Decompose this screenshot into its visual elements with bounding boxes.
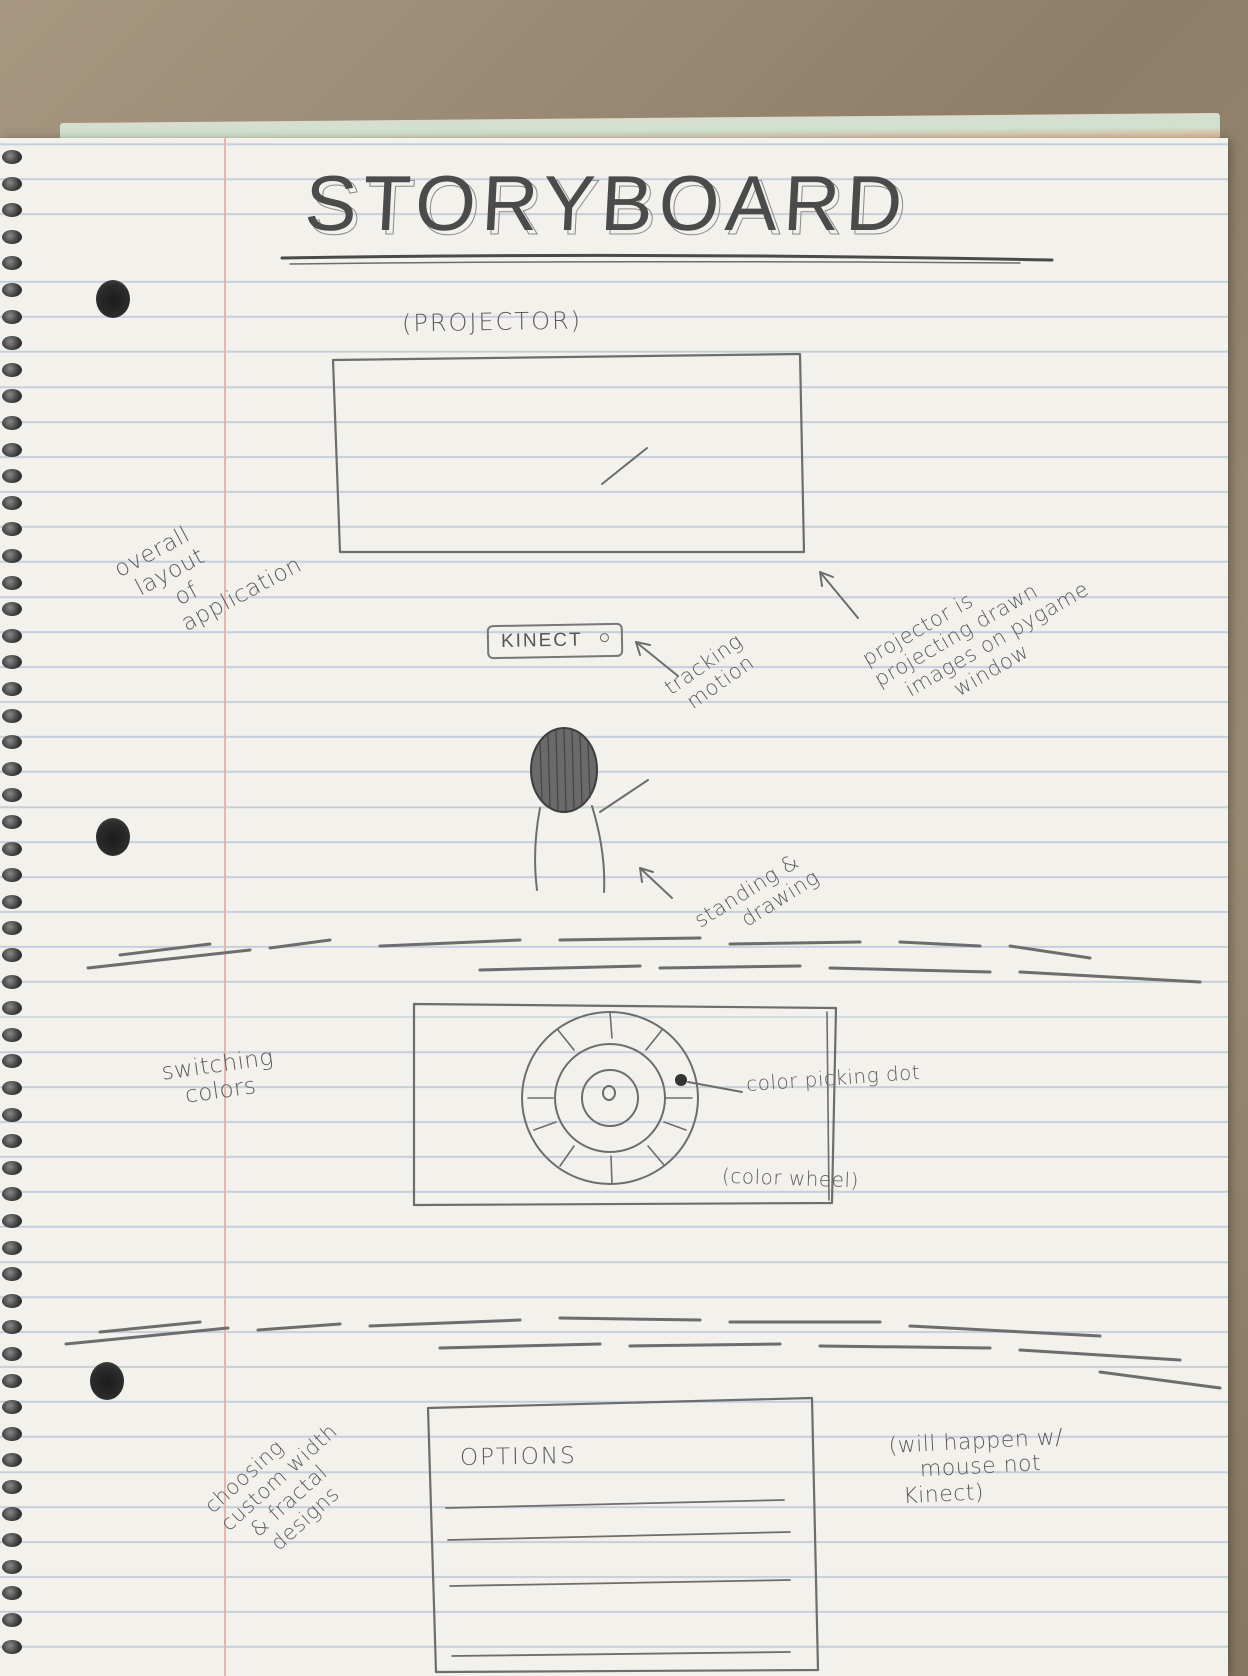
arrow-to-person (639, 867, 673, 899)
color-wheel-middle (554, 1043, 666, 1153)
arrow-to-screen (819, 571, 859, 619)
page-title: STORYBOARD (302, 159, 911, 247)
note-line: Kinect) (902, 1479, 985, 1509)
person-body (591, 805, 606, 893)
color-wheel-segments (527, 1011, 693, 1185)
projector-label: (PROJECTOR) (401, 306, 583, 338)
title-underline (280, 253, 1054, 262)
mouse-note: (will happen w/ mouse not Kinect) (888, 1425, 1066, 1510)
options-label: OPTIONS (459, 1442, 577, 1472)
color-picking-dot (675, 1074, 687, 1086)
kinect-label: KINECT (500, 629, 583, 652)
color-wheel-note: (color wheel) (721, 1163, 860, 1193)
color-wheel-center (602, 1085, 616, 1101)
person-arm (599, 779, 649, 813)
kinect-lens-icon (599, 633, 610, 643)
section-divider (86, 936, 1202, 984)
projector-screen (331, 352, 806, 554)
options-panel (426, 1396, 820, 1674)
kinect-device: KINECT (486, 622, 624, 660)
color-wheel-inner (581, 1069, 639, 1127)
arrow-to-dot (687, 1081, 743, 1093)
option-line (445, 1499, 791, 1657)
screen-drawn-line (601, 447, 648, 485)
person-body (534, 807, 541, 891)
section-divider (64, 1316, 1222, 1390)
title-underline (289, 260, 1021, 265)
